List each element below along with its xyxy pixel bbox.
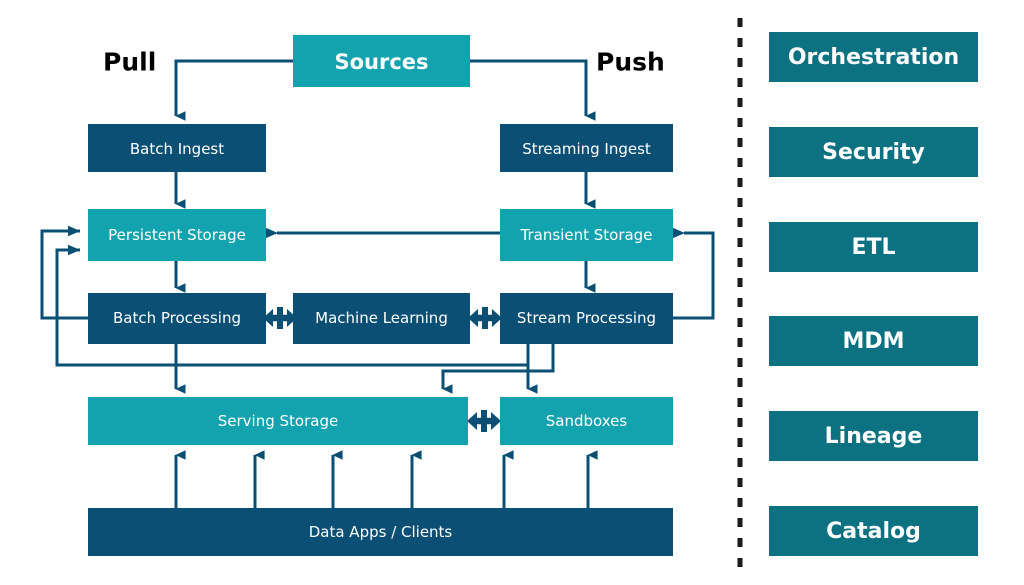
flow-label-pull: Pull	[103, 48, 156, 77]
data-platform-architecture-diagram: Pull Push Sources Batch Ingest Streaming…	[40, 18, 978, 568]
node-batch-ingest-label: Batch Ingest	[130, 140, 224, 158]
node-streaming-ingest-label: Streaming Ingest	[522, 140, 651, 158]
node-stream-processing[interactable]: Stream Processing	[500, 293, 673, 344]
node-batch-processing-label: Batch Processing	[113, 309, 241, 327]
node-batch-processing[interactable]: Batch Processing	[88, 293, 266, 344]
cross-cutting-label-mdm: MDM	[842, 329, 904, 354]
node-sandboxes[interactable]: Sandboxes	[500, 397, 673, 445]
cross-cutting-label-orchestration: Orchestration	[788, 45, 959, 70]
connector-sources-to-batch-ingest	[174, 59, 293, 121]
node-sandboxes-label: Sandboxes	[546, 412, 628, 430]
node-data-apps-clients-label: Data Apps / Clients	[309, 523, 453, 541]
node-data-apps-clients[interactable]: Data Apps / Clients	[88, 508, 673, 556]
node-machine-learning-label: Machine Learning	[315, 309, 448, 327]
node-transient-storage[interactable]: Transient Storage	[500, 209, 673, 261]
cross-cutting-label-security: Security	[822, 140, 925, 165]
flow-label-push: Push	[596, 48, 665, 77]
cross-cutting-item-lineage[interactable]: Lineage	[769, 411, 978, 461]
cross-cutting-label-catalog: Catalog	[826, 519, 921, 544]
connector-stream-processing-to-transient-storage-feedback	[672, 227, 715, 320]
cross-cutting-item-security[interactable]: Security	[769, 127, 978, 177]
node-persistent-storage[interactable]: Persistent Storage	[88, 209, 266, 261]
node-persistent-storage-label: Persistent Storage	[108, 226, 246, 244]
cross-cutting-label-lineage: Lineage	[825, 424, 923, 449]
node-serving-storage[interactable]: Serving Storage	[88, 397, 468, 445]
connector-sources-to-streaming-ingest	[470, 59, 596, 121]
cross-cutting-label-etl: ETL	[851, 235, 895, 260]
cross-cutting-item-mdm[interactable]: MDM	[769, 316, 978, 366]
node-streaming-ingest[interactable]: Streaming Ingest	[500, 124, 673, 172]
connector-batch-processing-to-persistent-storage-feedback	[40, 225, 88, 320]
diagram-canvas: Pull Push Sources Batch Ingest Streaming…	[0, 0, 1024, 585]
node-sources[interactable]: Sources	[293, 35, 470, 87]
node-stream-processing-label: Stream Processing	[517, 309, 656, 327]
cross-cutting-item-orchestration[interactable]: Orchestration	[769, 32, 978, 82]
node-batch-ingest[interactable]: Batch Ingest	[88, 124, 266, 172]
node-machine-learning[interactable]: Machine Learning	[293, 293, 470, 344]
double-arrow-icon-serving-to-sandboxes	[467, 410, 501, 432]
double-arrow-icon-ml-to-stream	[468, 307, 502, 329]
cross-cutting-item-catalog[interactable]: Catalog	[769, 506, 978, 556]
node-transient-storage-label: Transient Storage	[520, 226, 653, 244]
cross-cutting-item-etl[interactable]: ETL	[769, 222, 978, 272]
double-arrow-icon-batch-to-ml	[263, 307, 297, 329]
node-sources-label: Sources	[334, 50, 428, 74]
node-serving-storage-label: Serving Storage	[218, 412, 338, 430]
